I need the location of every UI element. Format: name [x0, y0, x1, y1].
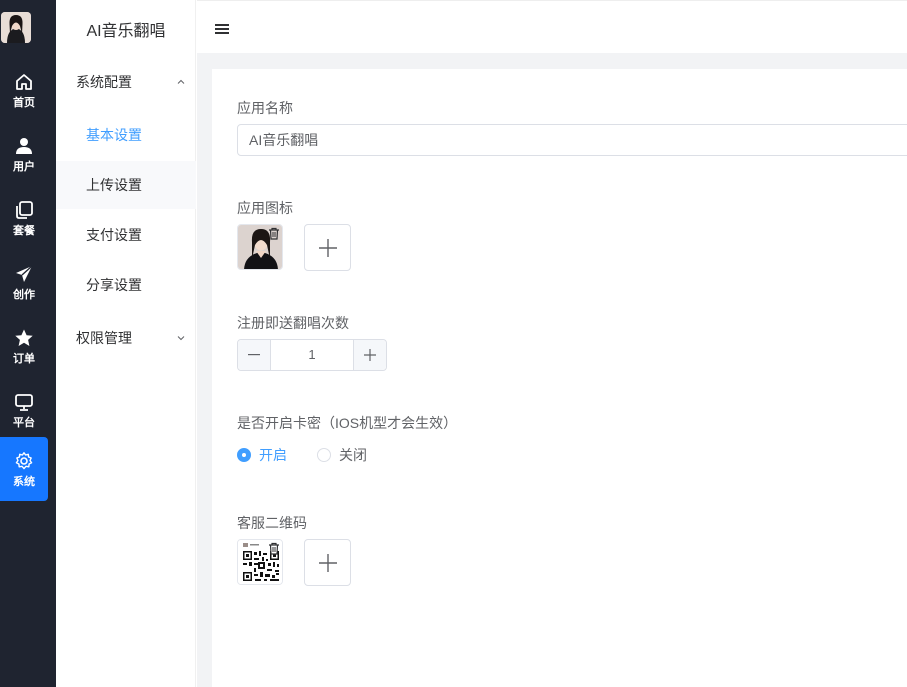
rail-item-label: 创作	[13, 289, 35, 301]
rail-item-label: 首页	[13, 97, 35, 109]
minus-icon	[248, 354, 260, 356]
menu-item-label: 基本设置	[86, 127, 142, 143]
menu-item-upload-settings[interactable]: 上传设置	[56, 161, 196, 209]
register-count-value[interactable]: 1	[271, 340, 353, 370]
radio-disable[interactable]: 关闭	[317, 447, 367, 463]
menu-item-label: 分享设置	[86, 277, 142, 293]
radio-checked-icon	[237, 448, 251, 462]
radio-label: 开启	[259, 447, 287, 463]
app-title: AI音乐翻唱	[86, 23, 166, 40]
menu-item-label: 支付设置	[86, 227, 142, 243]
send-icon	[13, 263, 35, 285]
star-icon	[13, 327, 35, 349]
qr-code-upload-button[interactable]	[304, 539, 351, 586]
user-icon	[13, 135, 35, 157]
menu-item-label: 上传设置	[86, 177, 142, 193]
plus-icon	[319, 554, 337, 572]
rail-item-create[interactable]: 创作	[0, 250, 48, 314]
app-icon-thumbnail	[237, 224, 283, 270]
register-count-stepper: 1	[237, 339, 387, 371]
radio-enable[interactable]: 开启	[237, 447, 287, 463]
menu-item-share-settings[interactable]: 分享设置	[56, 261, 196, 309]
chevron-up-icon	[176, 74, 186, 90]
app-name-label: 应用名称	[237, 100, 293, 116]
top-header	[197, 0, 907, 53]
delete-icon[interactable]	[268, 542, 280, 560]
rail-item-system[interactable]: 系统	[0, 437, 48, 501]
plus-icon	[364, 349, 376, 361]
increase-button[interactable]	[353, 340, 386, 370]
menu-group-permission[interactable]: 权限管理	[76, 326, 186, 350]
app-name-input[interactable]	[237, 124, 907, 156]
menu-toggle-icon[interactable]	[215, 22, 229, 34]
delete-icon[interactable]	[268, 227, 280, 245]
menu-item-payment-settings[interactable]: 支付设置	[56, 211, 196, 259]
rail-item-order[interactable]: 订单	[0, 314, 48, 378]
copy-icon	[13, 199, 35, 221]
app-root: 首页 用户 套餐 创作 订单 平台 系统 AI音乐翻唱 系统配置 基本设置 上传…	[0, 0, 907, 687]
rail-item-label: 系统	[13, 476, 35, 488]
qr-code-thumbnail	[237, 539, 283, 585]
rail-item-label: 用户	[13, 161, 35, 173]
chevron-down-icon	[176, 330, 186, 346]
rail-item-label: 套餐	[13, 225, 35, 237]
avatar[interactable]	[1, 12, 31, 43]
app-icon-label: 应用图标	[237, 200, 293, 216]
qr-code-label: 客服二维码	[237, 515, 307, 531]
settings-card	[212, 69, 907, 687]
monitor-icon	[13, 391, 35, 413]
rail-item-user[interactable]: 用户	[0, 122, 48, 186]
rail-item-label: 平台	[13, 417, 35, 429]
decrease-button[interactable]	[238, 340, 271, 370]
sub-menu: AI音乐翻唱 系统配置 基本设置 上传设置 支付设置 分享设置 权限管理	[56, 0, 196, 687]
home-icon	[13, 71, 35, 93]
app-icon-upload-button[interactable]	[304, 224, 351, 271]
menu-group-label: 系统配置	[76, 74, 132, 90]
rail-item-package[interactable]: 套餐	[0, 186, 48, 250]
menu-group-system-config[interactable]: 系统配置	[76, 70, 186, 94]
gear-icon	[13, 450, 35, 472]
radio-label: 关闭	[339, 447, 367, 463]
main-nav-rail: 首页 用户 套餐 创作 订单 平台 系统	[0, 0, 56, 687]
card-secret-label: 是否开启卡密（IOS机型才会生效）	[237, 415, 458, 431]
rail-item-platform[interactable]: 平台	[0, 378, 48, 442]
rail-item-home[interactable]: 首页	[0, 58, 48, 122]
menu-group-label: 权限管理	[76, 330, 132, 346]
menu-item-basic-settings[interactable]: 基本设置	[56, 111, 196, 159]
register-count-label: 注册即送翻唱次数	[237, 315, 349, 331]
rail-item-label: 订单	[13, 353, 35, 365]
radio-unchecked-icon	[317, 448, 331, 462]
plus-icon	[319, 239, 337, 257]
